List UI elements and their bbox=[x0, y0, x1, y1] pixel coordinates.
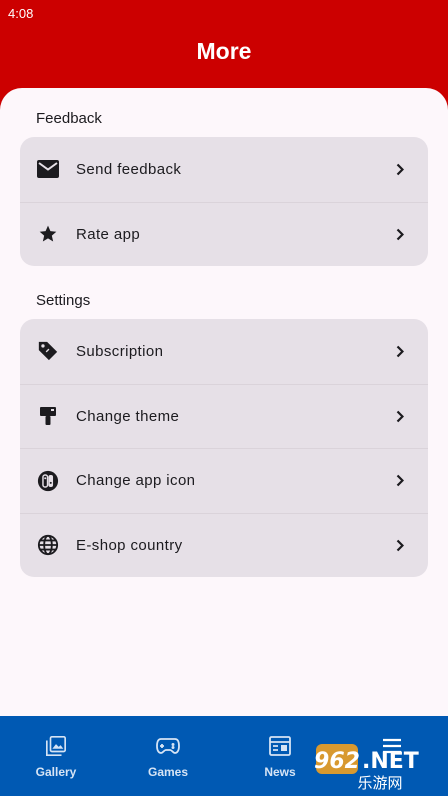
chevron-right-icon bbox=[394, 162, 406, 176]
svg-text:乐游网: 乐游网 bbox=[357, 774, 402, 792]
nav-news-label: News bbox=[264, 765, 296, 779]
rate-app-item[interactable]: Rate app bbox=[20, 201, 428, 267]
chevron-right-icon bbox=[394, 227, 406, 241]
eshop-country-label: E-shop country bbox=[76, 536, 183, 554]
gamepad-icon bbox=[156, 734, 180, 758]
chevron-right-icon bbox=[394, 538, 406, 552]
subscription-item[interactable]: Subscription bbox=[20, 319, 428, 384]
chevron-right-icon bbox=[394, 409, 406, 423]
page-title: More bbox=[196, 38, 252, 64]
nav-gallery-label: Gallery bbox=[35, 765, 77, 779]
news-icon bbox=[268, 734, 292, 758]
subscription-label: Subscription bbox=[76, 342, 164, 360]
globe-icon bbox=[37, 534, 59, 556]
star-icon bbox=[37, 223, 59, 245]
tag-icon bbox=[37, 340, 59, 362]
svg-text:962: 962 bbox=[314, 749, 360, 774]
switch-console-icon bbox=[37, 470, 59, 492]
nav-gallery[interactable]: Gallery bbox=[0, 716, 112, 796]
chevron-right-icon bbox=[394, 344, 406, 358]
settings-card: Subscription Change theme Change app ico… bbox=[20, 319, 428, 577]
change-app-icon-item[interactable]: Change app icon bbox=[20, 448, 428, 513]
send-feedback-label: Send feedback bbox=[76, 160, 182, 178]
paint-roller-icon bbox=[37, 405, 59, 427]
content-sheet: Feedback Send feedback Rate app Settings bbox=[0, 88, 448, 716]
svg-text:.NET: .NET bbox=[362, 749, 419, 774]
nav-games-label: Games bbox=[147, 765, 189, 779]
status-time: 4:08 bbox=[8, 6, 34, 21]
change-app-icon-label: Change app icon bbox=[76, 472, 196, 490]
feedback-card: Send feedback Rate app bbox=[20, 137, 428, 266]
section-title-settings: Settings bbox=[36, 292, 91, 309]
section-title-feedback: Feedback bbox=[36, 110, 102, 127]
rate-app-label: Rate app bbox=[76, 225, 141, 243]
gallery-icon bbox=[44, 734, 68, 758]
watermark-logo: 962 .NET 乐游网 bbox=[310, 742, 444, 792]
chevron-right-icon bbox=[394, 474, 406, 488]
mail-icon bbox=[37, 158, 59, 180]
change-theme-label: Change theme bbox=[76, 407, 180, 425]
status-bar: 4:08 bbox=[0, 0, 448, 28]
change-theme-item[interactable]: Change theme bbox=[20, 383, 428, 449]
nav-games[interactable]: Games bbox=[112, 716, 224, 796]
eshop-country-item[interactable]: E-shop country bbox=[20, 512, 428, 578]
send-feedback-item[interactable]: Send feedback bbox=[20, 137, 428, 202]
